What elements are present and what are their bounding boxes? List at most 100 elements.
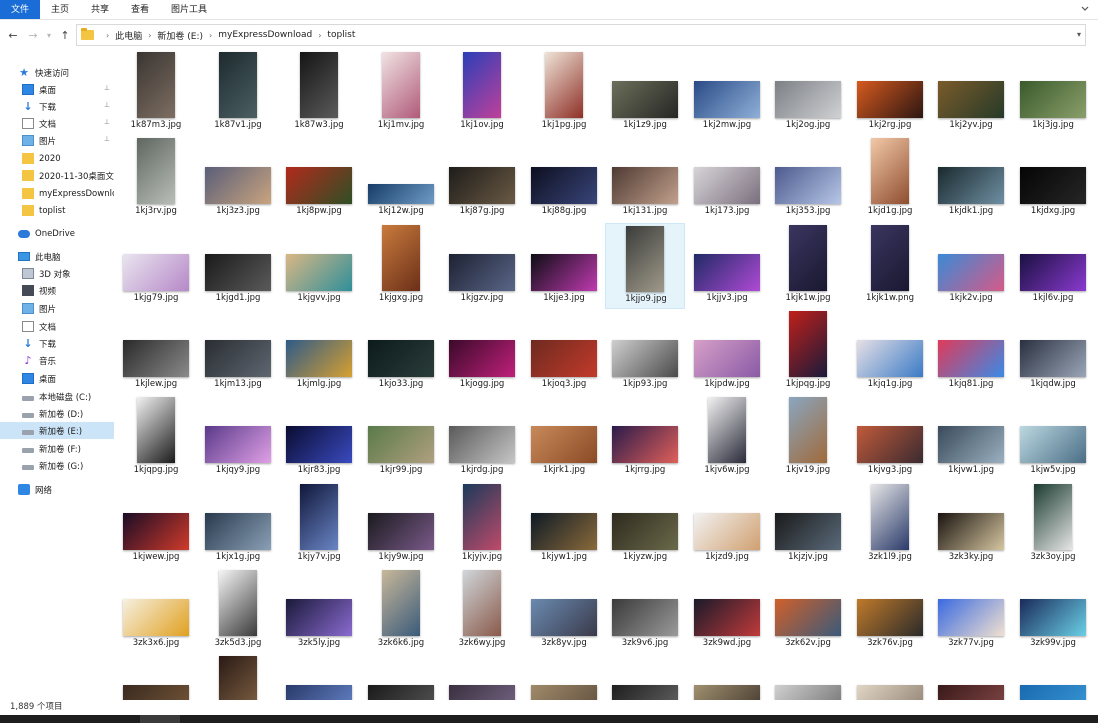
file-item[interactable]: 1kj8pw.jpg (279, 136, 359, 222)
image-thumbnail[interactable] (463, 570, 501, 636)
image-thumbnail[interactable] (286, 340, 352, 377)
file-item[interactable]: 1kjqy9.jpg (198, 395, 278, 481)
file-item[interactable]: 1kj2mw.jpg (687, 50, 767, 136)
image-thumbnail[interactable] (694, 340, 760, 377)
chevron-down-icon[interactable]: ▾ (1077, 30, 1081, 39)
image-thumbnail[interactable] (286, 426, 352, 463)
image-thumbnail[interactable] (382, 570, 420, 636)
file-item[interactable]: 1kjpdw.jpg (687, 309, 767, 395)
image-thumbnail[interactable] (545, 52, 583, 118)
file-item[interactable]: 3zk3oy.jpg (1013, 482, 1093, 568)
file-item[interactable]: 3zk9v6.jpg (605, 568, 685, 654)
image-thumbnail[interactable] (449, 340, 515, 377)
sidebar-item[interactable]: 3D 对象 (0, 265, 114, 282)
file-item[interactable]: 1kj3z3.jpg (198, 136, 278, 222)
image-thumbnail[interactable] (1020, 426, 1086, 463)
file-item[interactable]: 3zk99v.jpg (1013, 568, 1093, 654)
file-item[interactable]: 1kjrdg.jpg (442, 395, 522, 481)
image-thumbnail[interactable] (463, 52, 501, 118)
file-item[interactable]: 1kj2og.jpg (768, 50, 848, 136)
image-thumbnail[interactable] (449, 167, 515, 204)
image-thumbnail[interactable] (1020, 254, 1086, 291)
file-item[interactable]: 3zk77v.jpg (931, 568, 1011, 654)
image-thumbnail[interactable] (857, 599, 923, 636)
sidebar-item[interactable]: 此电脑 (0, 248, 114, 265)
file-item[interactable] (768, 654, 848, 700)
image-thumbnail[interactable] (463, 484, 501, 550)
image-thumbnail[interactable] (531, 685, 597, 700)
image-thumbnail[interactable] (368, 426, 434, 463)
image-thumbnail[interactable] (286, 685, 352, 700)
file-item[interactable] (850, 654, 930, 700)
image-thumbnail[interactable] (205, 513, 271, 550)
image-thumbnail[interactable] (857, 340, 923, 377)
file-item[interactable]: 1kjjv3.jpg (687, 223, 767, 309)
image-thumbnail[interactable] (1020, 685, 1086, 700)
image-thumbnail[interactable] (123, 599, 189, 636)
sidebar-item[interactable]: myExpressDownlc (0, 185, 114, 202)
file-item[interactable]: 1kjm13.jpg (198, 309, 278, 395)
image-thumbnail[interactable] (789, 225, 827, 291)
image-thumbnail[interactable] (694, 599, 760, 636)
image-thumbnail[interactable] (286, 599, 352, 636)
sidebar-item[interactable]: 网络 (0, 481, 114, 498)
file-item[interactable]: 1kjy9w.jpg (361, 482, 441, 568)
file-item[interactable]: 1kjpqg.jpg (768, 309, 848, 395)
file-item[interactable]: 1kj1mv.jpg (361, 50, 441, 136)
image-thumbnail[interactable] (449, 426, 515, 463)
image-thumbnail[interactable] (612, 599, 678, 636)
sidebar-item[interactable]: 新加卷 (G:) (0, 457, 114, 474)
image-thumbnail[interactable] (612, 685, 678, 700)
image-thumbnail[interactable] (219, 656, 257, 700)
breadcrumb-item[interactable]: 此电脑 (115, 29, 142, 42)
image-thumbnail[interactable] (531, 599, 597, 636)
file-item[interactable]: 1kjk2v.jpg (931, 223, 1011, 309)
image-thumbnail[interactable] (1020, 167, 1086, 204)
image-thumbnail[interactable] (205, 340, 271, 377)
image-thumbnail[interactable] (612, 426, 678, 463)
chevron-right-icon[interactable]: › (148, 31, 151, 40)
file-item[interactable] (1013, 654, 1093, 700)
image-thumbnail[interactable] (775, 513, 841, 550)
file-item[interactable]: 1kj87g.jpg (442, 136, 522, 222)
file-item[interactable]: 1kjrrg.jpg (605, 395, 685, 481)
image-thumbnail[interactable] (938, 513, 1004, 550)
image-thumbnail[interactable] (857, 685, 923, 700)
sidebar-item[interactable]: ★ 快速访问 (0, 64, 114, 81)
image-thumbnail[interactable] (612, 167, 678, 204)
file-item[interactable]: 1kj173.jpg (687, 136, 767, 222)
file-item[interactable]: 1kjje3.jpg (524, 223, 604, 309)
file-item[interactable]: 1kjk1w.png (850, 223, 930, 309)
image-thumbnail[interactable] (938, 685, 1004, 700)
file-item[interactable] (687, 654, 767, 700)
image-thumbnail[interactable] (1034, 484, 1072, 550)
image-thumbnail[interactable] (612, 340, 678, 377)
file-item[interactable]: 1kjp93.jpg (605, 309, 685, 395)
file-item[interactable]: 1k87v1.jpg (198, 50, 278, 136)
file-item[interactable]: 3zk76v.jpg (850, 568, 930, 654)
file-item[interactable]: 1kjjo9.jpg (605, 223, 685, 309)
image-thumbnail[interactable] (219, 570, 257, 636)
file-item[interactable]: 1kjwew.jpg (117, 482, 196, 568)
arrow-up-icon[interactable]: ↑ (56, 24, 74, 46)
file-item[interactable]: 3zk62v.jpg (768, 568, 848, 654)
image-thumbnail[interactable] (368, 685, 434, 700)
file-item[interactable]: 1kjd1g.jpg (850, 136, 930, 222)
file-item[interactable]: 3zk6wy.jpg (442, 568, 522, 654)
image-thumbnail[interactable] (531, 254, 597, 291)
file-item[interactable]: 1kj1z9.jpg (605, 50, 685, 136)
file-item[interactable]: 1kj2yv.jpg (931, 50, 1011, 136)
image-thumbnail[interactable] (871, 484, 909, 550)
image-thumbnail[interactable] (137, 52, 175, 118)
image-thumbnail[interactable] (789, 397, 827, 463)
file-item[interactable]: 1kjgd1.jpg (198, 223, 278, 309)
image-thumbnail[interactable] (205, 426, 271, 463)
image-thumbnail[interactable] (123, 340, 189, 377)
file-item[interactable]: 1kjk1w.jpg (768, 223, 848, 309)
image-thumbnail[interactable] (449, 685, 515, 700)
file-item[interactable]: 1kjgxg.jpg (361, 223, 441, 309)
image-thumbnail[interactable] (531, 167, 597, 204)
file-item[interactable]: 1kjgzv.jpg (442, 223, 522, 309)
sidebar-item[interactable]: 图片 ⊥ (0, 132, 114, 149)
file-item[interactable]: 1kj1pg.jpg (524, 50, 604, 136)
